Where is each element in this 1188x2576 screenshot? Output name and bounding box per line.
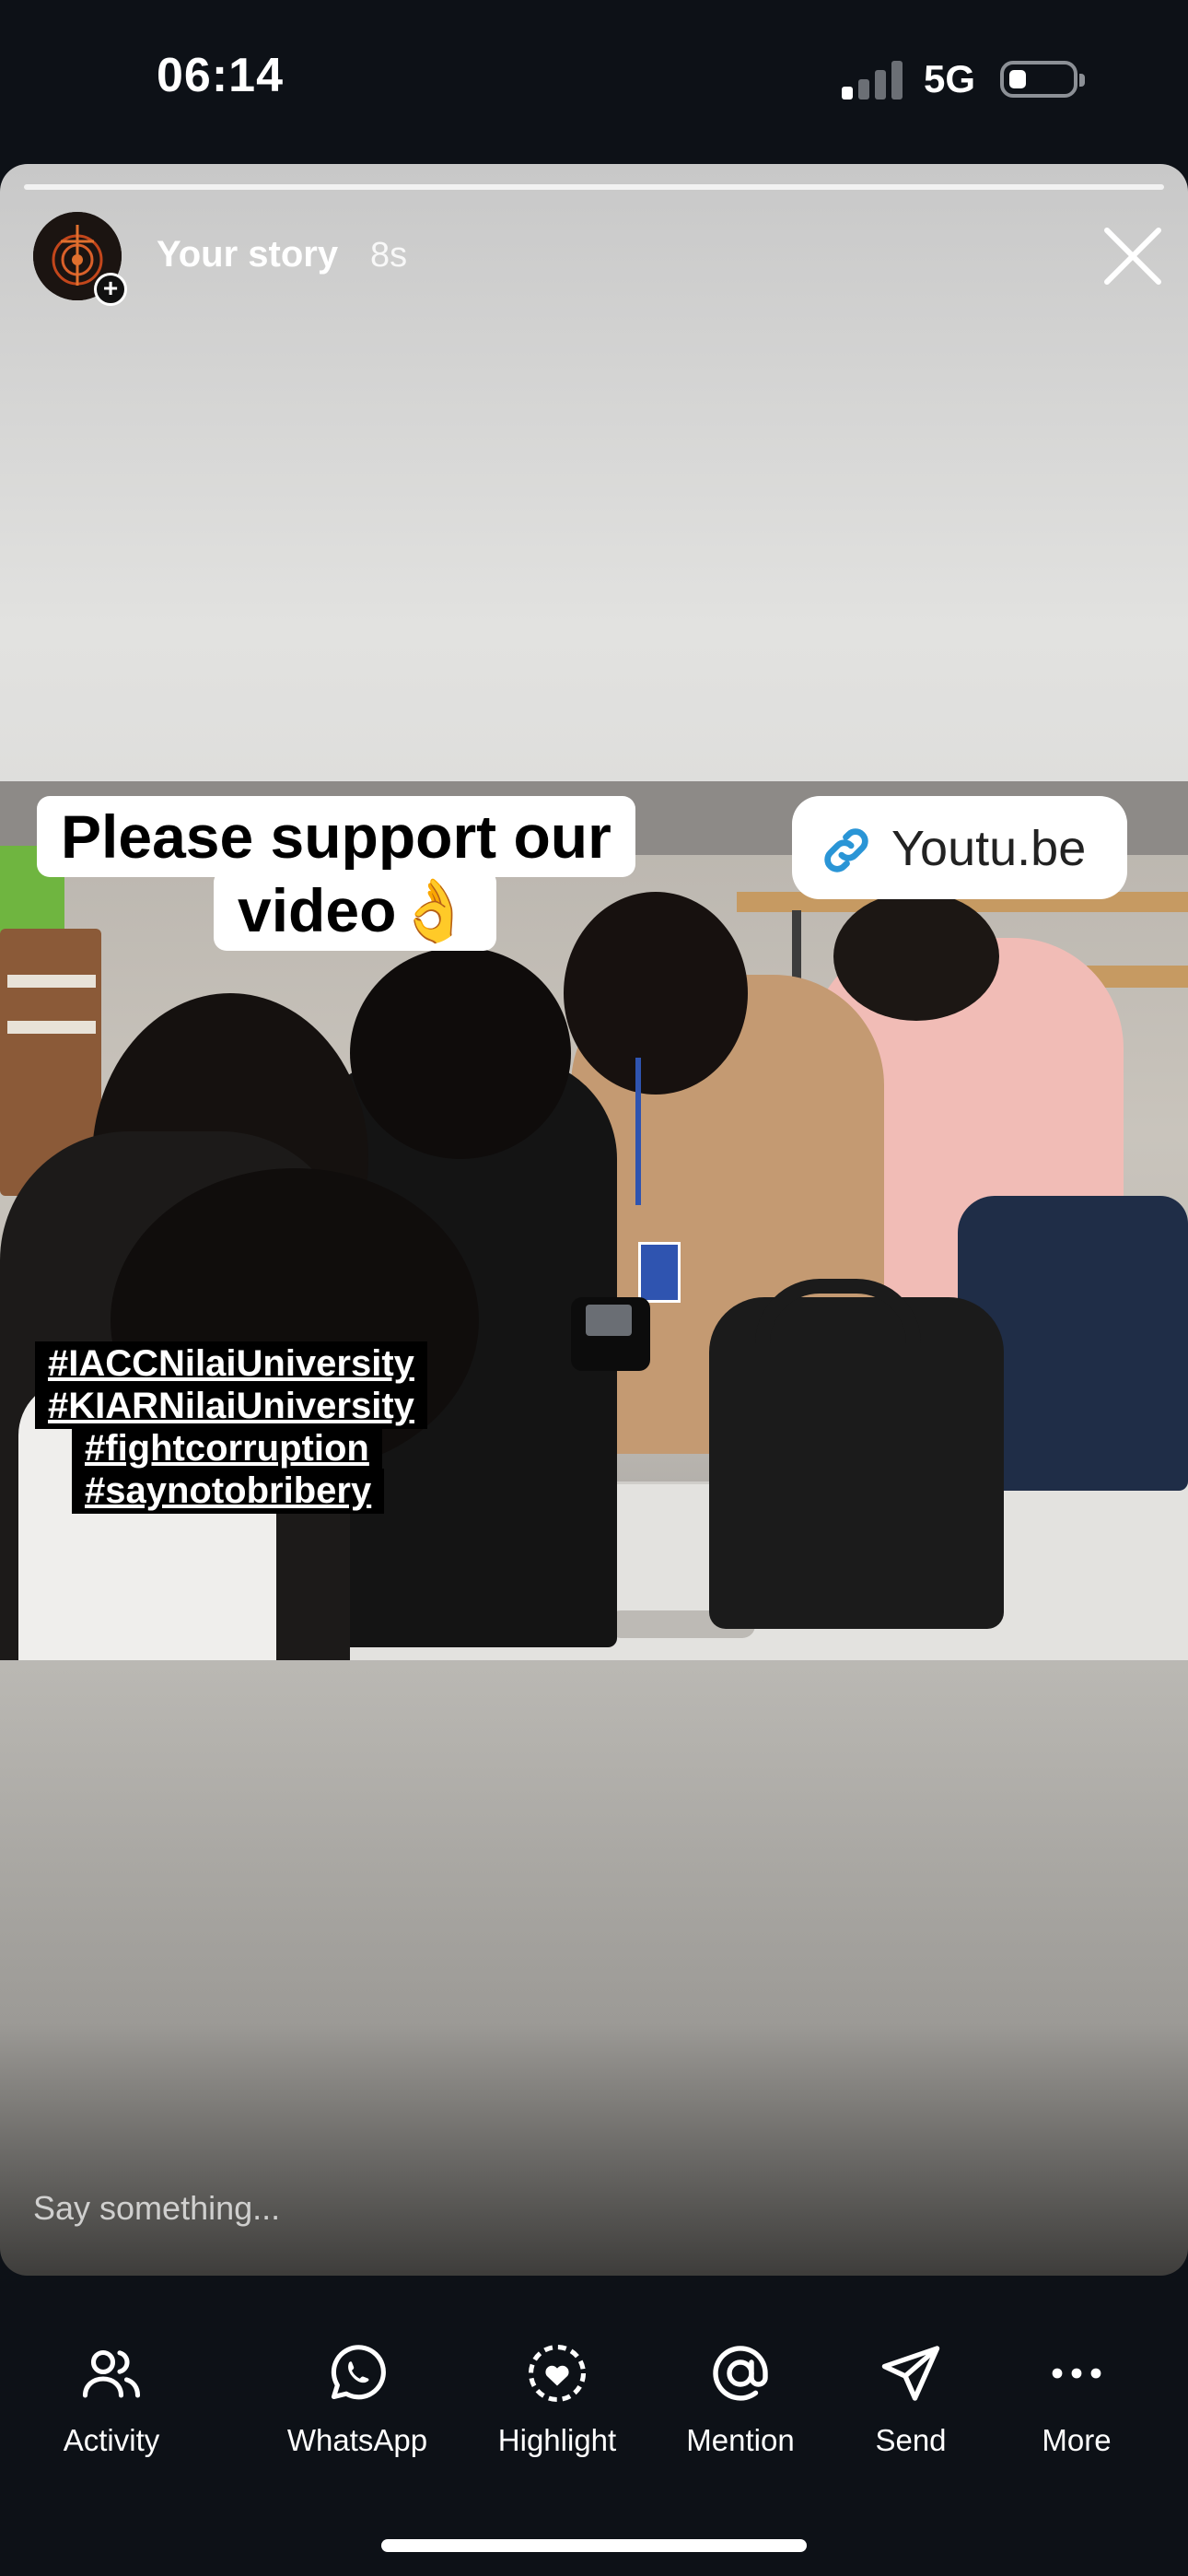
action-send[interactable]: Send bbox=[819, 2340, 1003, 2458]
link-icon bbox=[824, 828, 868, 872]
action-send-label: Send bbox=[875, 2423, 947, 2457]
action-highlight-label: Highlight bbox=[497, 2423, 617, 2457]
story-username: Your story bbox=[157, 234, 339, 275]
action-whatsapp[interactable]: WhatsApp bbox=[265, 2340, 449, 2458]
link-sticker-text: Youtu.be bbox=[891, 821, 1087, 876]
story-media: Please support our video👌 Youtu.be #IACC… bbox=[0, 781, 1188, 1660]
action-highlight[interactable]: Highlight bbox=[465, 2340, 649, 2458]
action-more-label: More bbox=[1042, 2423, 1112, 2457]
story-progress-bar bbox=[24, 184, 1164, 190]
status-time: 06:14 bbox=[157, 49, 284, 102]
action-mention[interactable]: Mention bbox=[648, 2340, 833, 2458]
at-icon bbox=[713, 2346, 768, 2401]
signal-icon bbox=[842, 61, 906, 100]
caption-line-2: video👌 bbox=[214, 870, 496, 951]
link-sticker[interactable]: Youtu.be bbox=[792, 796, 1127, 899]
hashtag-2: #KIARNilaiUniversity bbox=[35, 1384, 427, 1429]
action-more[interactable]: More bbox=[984, 2340, 1169, 2458]
caption-line-1: Please support our bbox=[37, 796, 635, 877]
whatsapp-icon bbox=[331, 2345, 386, 2400]
network-type: 5G bbox=[924, 57, 976, 100]
hashtag-4: #saynotobribery bbox=[72, 1469, 385, 1514]
action-activity-label: Activity bbox=[63, 2423, 160, 2457]
people-icon bbox=[82, 2349, 141, 2398]
close-icon[interactable] bbox=[1101, 225, 1164, 287]
reply-placeholder[interactable]: Say something... bbox=[33, 2189, 280, 2228]
battery-icon bbox=[1000, 61, 1085, 98]
add-story-icon[interactable]: + bbox=[94, 273, 127, 306]
story-timestamp: 8s bbox=[370, 236, 408, 275]
more-dots-icon bbox=[1052, 2368, 1101, 2379]
highlight-heart-icon bbox=[528, 2344, 587, 2403]
hashtag-1: #IACCNilaiUniversity bbox=[35, 1341, 427, 1387]
home-indicator[interactable] bbox=[381, 2539, 807, 2552]
hashtag-3: #fightcorruption bbox=[72, 1426, 382, 1471]
action-whatsapp-label: WhatsApp bbox=[286, 2423, 428, 2457]
story-card[interactable]: + Your story 8s Please support our video… bbox=[0, 164, 1188, 2276]
action-mention-label: Mention bbox=[686, 2423, 795, 2457]
action-activity[interactable]: Activity bbox=[19, 2340, 204, 2458]
send-icon bbox=[881, 2346, 940, 2401]
